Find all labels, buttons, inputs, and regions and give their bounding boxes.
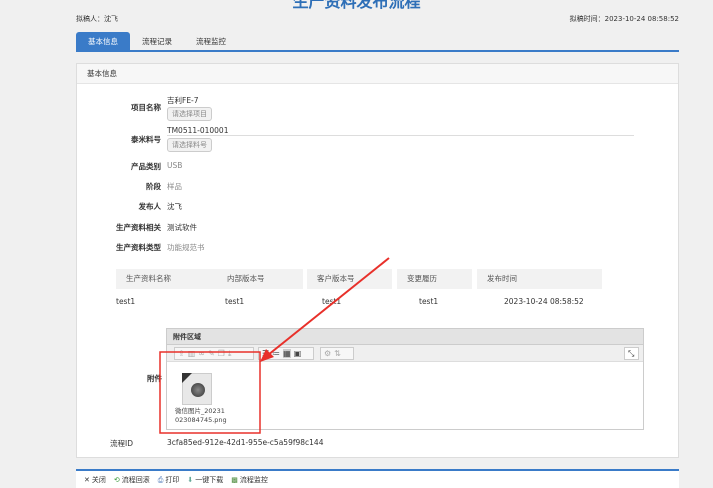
print-label: 打印	[165, 475, 180, 484]
print-button[interactable]: ⎙ 打印	[158, 475, 180, 485]
download-label: 一键下载	[195, 475, 224, 484]
download-all-button[interactable]: ⬇ 一键下载	[187, 475, 223, 485]
annotation-overlay	[159, 257, 390, 434]
close-button[interactable]: ✕ 关闭	[84, 475, 106, 485]
print-icon: ⎙	[157, 475, 164, 484]
flow-monitor-button[interactable]: ▩ 流程监控	[231, 475, 268, 485]
annotation-arrow	[267, 257, 390, 356]
close-icon: ✕	[84, 475, 90, 484]
bottom-toolbar: ✕ 关闭 ⟲ 流程回滚 ⎙ 打印 ⬇ 一键下载 ▩ 流程监控	[76, 469, 679, 488]
rollback-button[interactable]: ⟲ 流程回滚	[114, 475, 150, 485]
rollback-icon: ⟲	[113, 475, 120, 484]
annotation-highlight-box	[159, 351, 261, 434]
rollback-label: 流程回滚	[121, 475, 150, 484]
close-label: 关闭	[91, 475, 106, 484]
monitor-icon: ▩	[231, 475, 238, 484]
monitor-label: 流程监控	[239, 475, 268, 484]
download-icon: ⬇	[187, 475, 194, 484]
